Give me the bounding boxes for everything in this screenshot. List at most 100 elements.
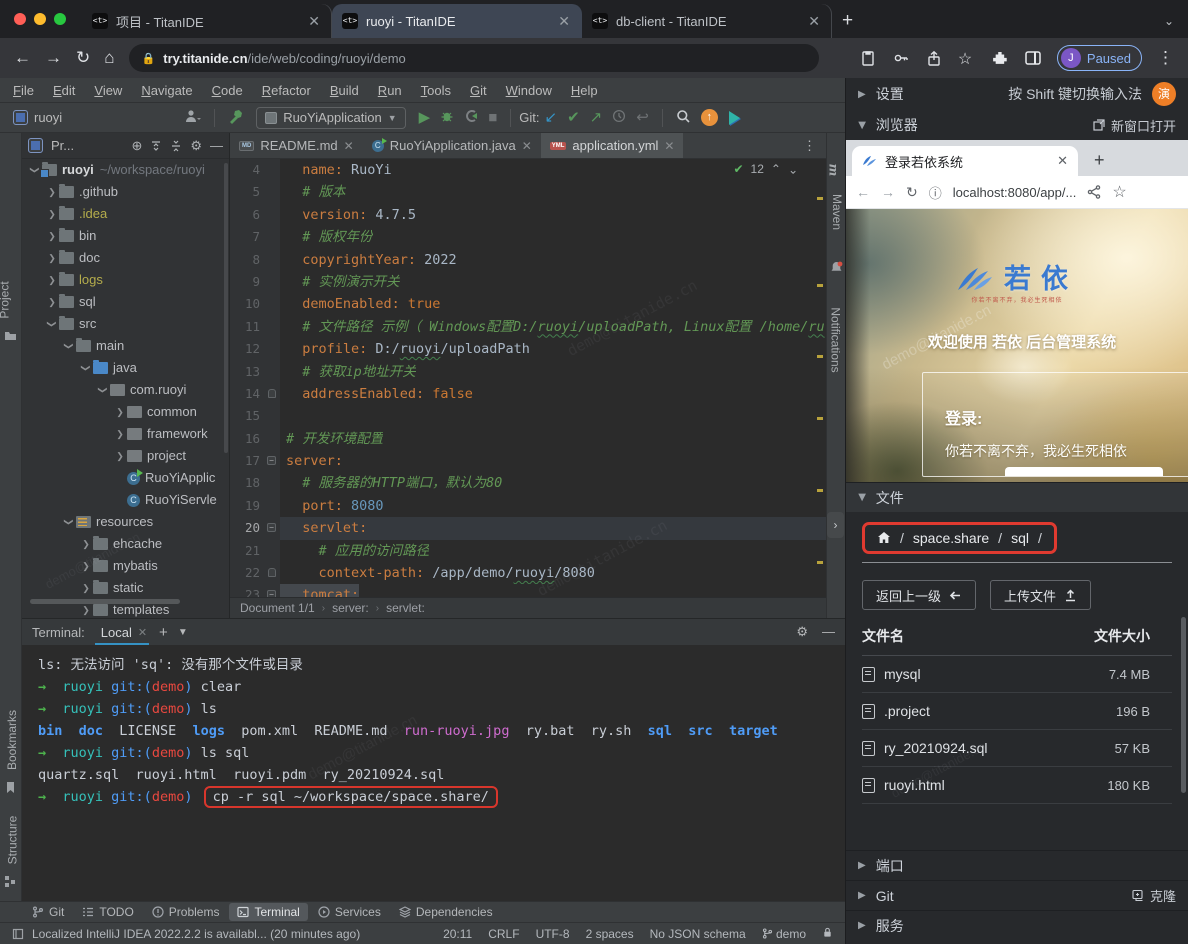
code-line-11[interactable]: 11 # 文件路径 示例（ Windows配置D:/ruoyi/uploadPa… [230, 316, 826, 338]
tree-chevron-icon[interactable]: ❯ [79, 577, 93, 599]
close-icon[interactable]: ✕ [664, 139, 674, 153]
terminal-minimize-icon[interactable]: — [822, 624, 835, 640]
structure-stripe-button[interactable]: Structure [5, 816, 19, 865]
menu-view[interactable]: View [94, 83, 122, 98]
status-item-2[interactable]: UTF-8 [536, 927, 570, 941]
back-icon[interactable]: ← [856, 184, 870, 200]
reload-icon[interactable]: ↻ [76, 48, 90, 68]
browser-tab[interactable]: <t>ruoyi - TitanIDE✕ [332, 4, 582, 38]
close-window-button[interactable] [14, 13, 26, 25]
menu-navigate[interactable]: Navigate [141, 83, 192, 98]
event-log-icon[interactable] [12, 928, 24, 940]
browser-tab[interactable]: <t>项目 - TitanIDE✕ [82, 4, 332, 38]
new-tab-button[interactable]: + [842, 10, 853, 32]
code-line-22[interactable]: 22 context-path: /app/demo/ruoyi/8080 [230, 562, 826, 584]
breadcrumb-item[interactable]: servlet: [386, 601, 425, 615]
tree-chevron-icon[interactable]: ❯ [45, 225, 59, 247]
mini-browser-tab[interactable]: 登录若依系统 ✕ [852, 146, 1078, 176]
menu-build[interactable]: Build [330, 83, 359, 98]
terminal-output[interactable]: ls: 无法访问 'sq': 没有那个文件或目录→ ruoyi git:(dem… [22, 645, 845, 817]
tree-item-static[interactable]: ❯static [22, 577, 229, 599]
menu-run[interactable]: Run [378, 83, 402, 98]
tree-chevron-icon[interactable]: ❯ [45, 269, 59, 291]
close-icon[interactable]: ✕ [344, 139, 354, 153]
breadcrumb-item[interactable]: Document 1/1 [240, 601, 315, 615]
open-new-window-button[interactable]: 新窗口打开 [1093, 116, 1176, 135]
menu-git[interactable]: Git [470, 83, 487, 98]
hide-panel-icon[interactable]: — [210, 138, 223, 153]
git-branch-widget[interactable]: demo [762, 927, 806, 941]
tree-chevron-icon[interactable]: ❯ [113, 423, 127, 445]
maximize-window-button[interactable] [54, 13, 66, 25]
files-scrollbar[interactable] [1181, 617, 1186, 793]
toolwindow-problems[interactable]: Problems [144, 903, 228, 921]
home-icon[interactable]: ⌂ [104, 48, 114, 68]
tree-chevron-icon[interactable]: ❯ [113, 445, 127, 467]
new-tab-icon[interactable]: + [1094, 150, 1105, 171]
code-line-21[interactable]: 21 # 应用的访问路径 [230, 540, 826, 562]
kebab-menu-icon[interactable]: ⋮ [1157, 48, 1174, 68]
close-icon[interactable]: ✕ [806, 13, 822, 30]
share-icon[interactable] [1087, 185, 1101, 199]
back-icon[interactable]: ← [14, 48, 31, 68]
code-line-17[interactable]: 17−server: [230, 450, 826, 472]
tree-item-project[interactable]: ❯project [22, 445, 229, 467]
tree-item-com-ruoyi[interactable]: ❯com.ruoyi [22, 379, 229, 401]
tree-item-ruoyiservle[interactable]: CRuoYiServle [22, 489, 229, 511]
key-icon[interactable] [892, 49, 910, 67]
user-icon[interactable] [180, 109, 206, 126]
profile-chip[interactable]: J Paused [1057, 45, 1142, 71]
minimize-window-button[interactable] [34, 13, 46, 25]
coverage-icon[interactable] [459, 109, 483, 126]
breadcrumb-item[interactable]: server: [332, 601, 369, 615]
star-icon[interactable]: ☆ [958, 49, 976, 67]
git-commit-icon[interactable]: ✔ [562, 110, 585, 125]
tree-vertical-scrollbar[interactable] [224, 163, 228, 453]
status-item-3[interactable]: 2 spaces [586, 927, 634, 941]
run-icon[interactable]: ▶ [414, 110, 436, 125]
tree-chevron-icon[interactable]: ❯ [45, 181, 59, 203]
tree-item-ruoyi[interactable]: ❯ruoyi~/workspace/ruoyi [22, 159, 229, 181]
lock-icon[interactable] [822, 927, 833, 941]
file-row--project[interactable]: .project196 B [862, 693, 1172, 730]
status-item-4[interactable]: No JSON schema [650, 927, 746, 941]
menu-refactor[interactable]: Refactor [262, 83, 311, 98]
browser-tab[interactable]: <t>db-client - TitanIDE✕ [582, 4, 832, 38]
tree-chevron-icon[interactable]: ❯ [45, 203, 59, 225]
editor-tab-application-yml[interactable]: YMLapplication.yml✕ [541, 133, 684, 158]
clipboard-icon[interactable] [859, 49, 877, 67]
tree-item-sql[interactable]: ❯sql [22, 291, 229, 313]
tree-item-doc[interactable]: ❯doc [22, 247, 229, 269]
section-服务[interactable]: ▶服务 [846, 910, 1188, 940]
run-config-select[interactable]: RuoYiApplication ▼ [256, 107, 405, 129]
menu-edit[interactable]: Edit [53, 83, 75, 98]
code-line-14[interactable]: 14 addressEnabled: false [230, 383, 826, 405]
close-icon[interactable]: ✕ [138, 626, 147, 639]
extensions-icon[interactable] [991, 49, 1009, 67]
home-icon[interactable] [877, 531, 891, 545]
tree-item-logs[interactable]: ❯logs [22, 269, 229, 291]
close-icon[interactable]: ✕ [306, 13, 322, 30]
close-icon[interactable]: ✕ [556, 13, 572, 30]
tree-item-common[interactable]: ❯common [22, 401, 229, 423]
section-端口[interactable]: ▶端口 [846, 850, 1188, 880]
code-line-18[interactable]: 18 # 服务器的HTTP端口，默认为80 [230, 472, 826, 494]
code-line-23[interactable]: 23− tomcat: [230, 584, 826, 597]
tree-item-src[interactable]: ❯src [22, 313, 229, 335]
tree-item--github[interactable]: ❯.github [22, 181, 229, 203]
git-update-icon[interactable]: ↙ [539, 110, 562, 125]
login-input[interactable] [1005, 467, 1163, 476]
notifications-stripe-button[interactable]: Notifications [829, 307, 843, 372]
file-row-ry-20210924-sql[interactable]: ry_20210924.sql57 KB [862, 730, 1172, 767]
tree-item-ruoyiapplic[interactable]: CRuoYiApplic [22, 467, 229, 489]
fold-icon[interactable]: − [267, 456, 276, 465]
code-line-16[interactable]: 16# 开发环境配置 [230, 428, 826, 450]
info-icon[interactable]: ⓘ [929, 183, 942, 202]
toolwindow-services[interactable]: Services [310, 903, 389, 921]
project-name[interactable]: ruoyi [34, 110, 62, 125]
fold-region-icon[interactable] [268, 568, 276, 577]
gear-icon[interactable]: ⚙ [190, 138, 202, 154]
window-controls[interactable] [0, 0, 82, 38]
tree-item-mybatis[interactable]: ❯mybatis [22, 555, 229, 577]
tree-horizontal-scrollbar[interactable] [30, 599, 180, 604]
